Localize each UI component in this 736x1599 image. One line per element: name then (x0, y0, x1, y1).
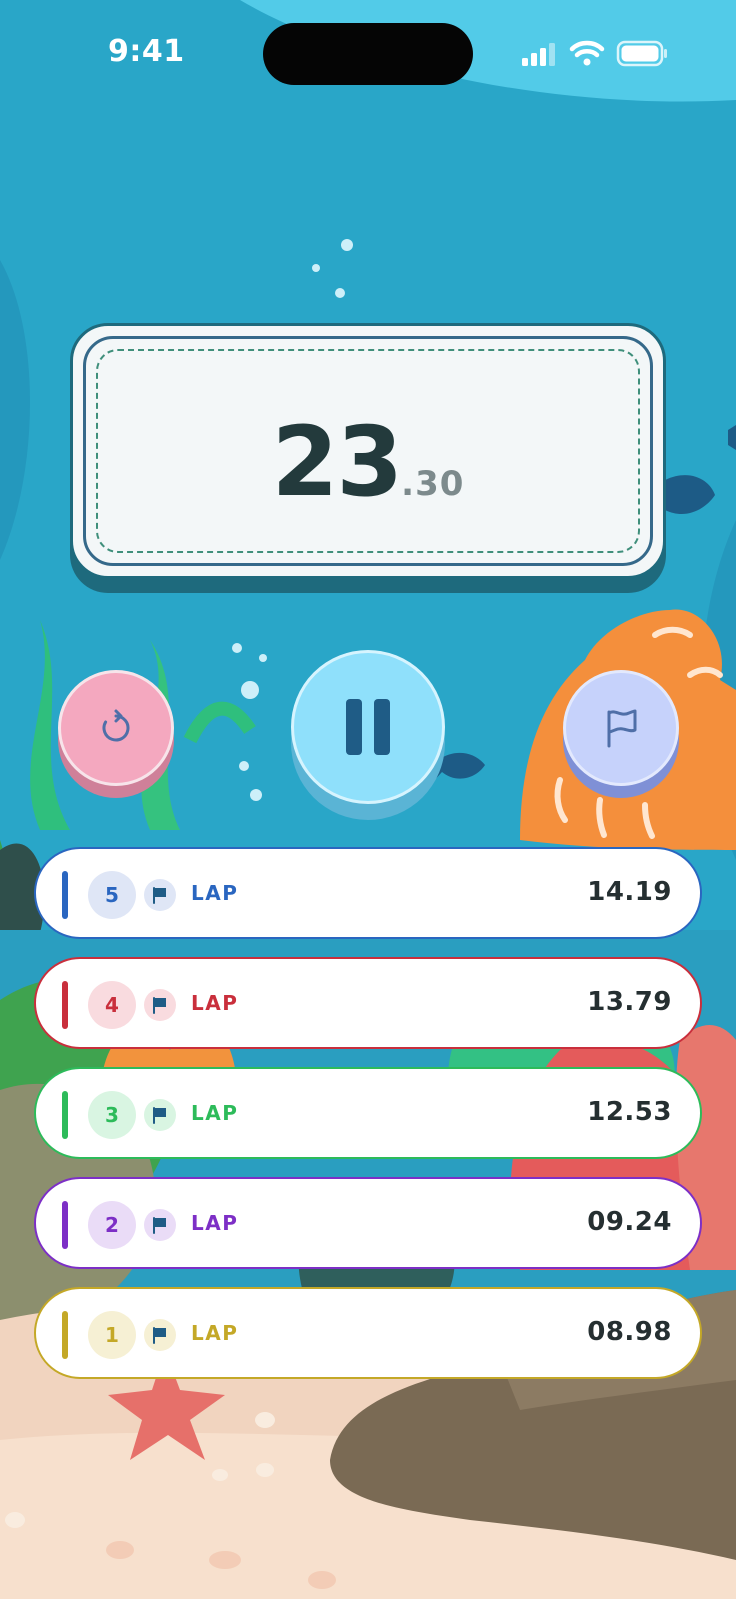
lap-label: LAP (191, 1211, 239, 1235)
lap-row: 2 LAP 09.24 (34, 1177, 702, 1269)
lap-time: 14.19 (587, 877, 672, 907)
flag-icon (153, 1107, 166, 1124)
lap-color-bar (62, 981, 68, 1029)
lap-flag-badge (144, 1209, 176, 1241)
timer-display: 23.30 (70, 323, 666, 593)
lap-number: 4 (88, 981, 136, 1029)
cellular-signal-icon (522, 43, 555, 66)
lap-label: LAP (191, 1101, 239, 1125)
lap-row: 5 LAP 14.19 (34, 847, 702, 939)
flag-icon (153, 997, 166, 1014)
reset-button[interactable] (58, 670, 174, 786)
timer-centiseconds: .30 (401, 464, 465, 504)
lap-time: 12.53 (587, 1097, 672, 1127)
status-time: 9:41 (108, 34, 185, 69)
flag-icon (153, 1327, 166, 1344)
pause-button[interactable] (291, 650, 445, 804)
lap-time: 09.24 (587, 1207, 672, 1237)
lap-color-bar (62, 871, 68, 919)
lap-flag-badge (144, 989, 176, 1021)
flag-icon (607, 709, 637, 748)
dynamic-island (263, 23, 473, 85)
lap-time: 13.79 (587, 987, 672, 1017)
status-icons (522, 40, 667, 67)
timer-panel: 23.30 (70, 323, 666, 579)
lap-row: 3 LAP 12.53 (34, 1067, 702, 1159)
lap-row: 1 LAP 08.98 (34, 1287, 702, 1379)
pause-icon (346, 699, 390, 755)
lap-color-bar (62, 1311, 68, 1359)
battery-icon (616, 40, 667, 67)
timer-seconds: 23 (271, 406, 404, 518)
lap-color-bar (62, 1091, 68, 1139)
lap-number: 1 (88, 1311, 136, 1359)
lap-label: LAP (191, 991, 239, 1015)
timer-readout: 23.30 (73, 406, 663, 518)
lap-number: 3 (88, 1091, 136, 1139)
lap-button[interactable] (563, 670, 679, 786)
lap-time: 08.98 (587, 1317, 672, 1347)
lap-flag-badge (144, 1319, 176, 1351)
lap-label: LAP (191, 881, 239, 905)
lap-row: 4 LAP 13.79 (34, 957, 702, 1049)
flag-icon (153, 887, 166, 904)
lap-flag-badge (144, 1099, 176, 1131)
lap-color-bar (62, 1201, 68, 1249)
reset-icon (102, 709, 130, 742)
stopwatch-screen: 9:41 23.30 5 LAP 14.19 4 LAP 13.79 3 LAP… (0, 0, 736, 1599)
wifi-icon (569, 40, 605, 66)
lap-flag-badge (144, 879, 176, 911)
lap-label: LAP (191, 1321, 239, 1345)
flag-icon (153, 1217, 166, 1234)
lap-number: 5 (88, 871, 136, 919)
lap-number: 2 (88, 1201, 136, 1249)
